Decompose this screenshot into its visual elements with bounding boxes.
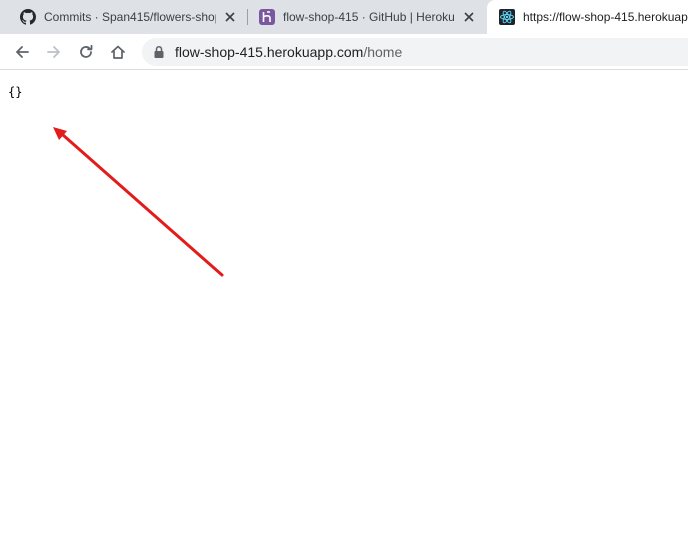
red-arrow-annotation [53,127,224,277]
arrow-shaft [61,133,224,277]
